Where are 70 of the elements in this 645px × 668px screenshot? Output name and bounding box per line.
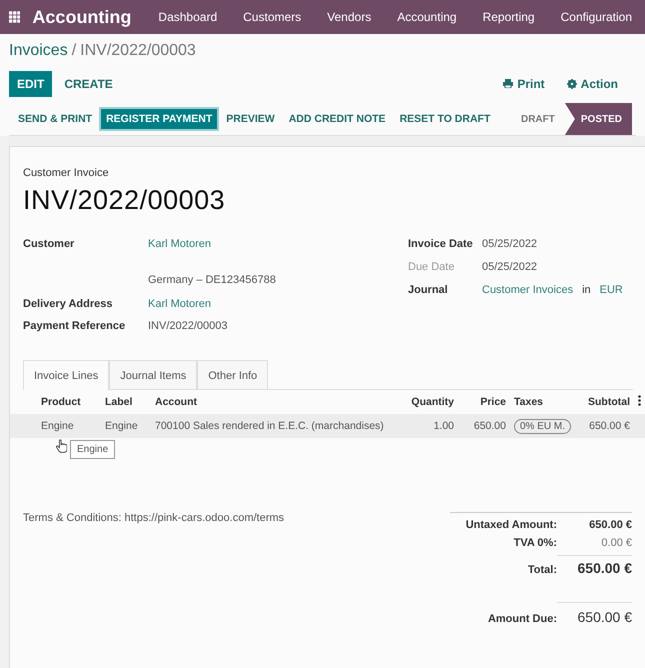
breadcrumb-link[interactable]: Invoices xyxy=(9,42,68,60)
table-cell: 700100 Sales rendered in E.E.C. (marchandises) xyxy=(151,414,402,438)
menu-item[interactable]: Accounting xyxy=(384,10,470,24)
hand-cursor-icon xyxy=(56,439,67,453)
print-button[interactable]: Print xyxy=(503,76,545,90)
field-value: INV/2022/00003 xyxy=(148,320,228,332)
status-action-button[interactable]: RESET TO DRAFT xyxy=(392,107,498,131)
toolbar-button[interactable]: EDIT xyxy=(9,70,52,96)
field-label: Journal xyxy=(408,284,449,296)
document-type: Customer Invoice xyxy=(23,167,110,179)
total-label: Total: xyxy=(526,564,557,576)
field-label: Delivery Address xyxy=(23,298,114,310)
amount-due-value: 650.00 € xyxy=(557,602,632,625)
status-stage[interactable]: DRAFT xyxy=(504,103,565,135)
app-title: Accounting xyxy=(32,6,132,28)
breadcrumb-separator: / xyxy=(72,42,76,60)
field-value: 05/25/2022 xyxy=(482,238,538,250)
address-line: Germany – DE123456788 xyxy=(148,274,277,286)
printer-icon xyxy=(503,79,514,88)
gear-icon xyxy=(566,78,577,88)
table-cell: 650.00 xyxy=(458,414,510,438)
total-label: Untaxed Amount: xyxy=(464,519,557,531)
tab[interactable]: Invoice Lines xyxy=(23,360,110,390)
menu-item[interactable]: Reporting xyxy=(470,10,548,24)
invoice-number: INV/2022/00003 xyxy=(23,185,226,216)
total-value: 0.00 € xyxy=(600,537,632,549)
field-label: Payment Reference xyxy=(23,320,126,332)
total-value: 650.00 € xyxy=(557,555,632,576)
joiner-text: in xyxy=(582,284,591,296)
table-cell: Engine xyxy=(37,414,101,438)
column-header[interactable]: Taxes xyxy=(510,390,572,414)
amount-due-label: Amount Due: xyxy=(486,613,557,625)
column-header[interactable]: Account xyxy=(151,390,402,414)
column-header[interactable]: Price xyxy=(458,390,510,414)
table-cell: 1.00 xyxy=(402,414,458,438)
status-action-button[interactable]: REGISTER PAYMENT xyxy=(99,107,220,131)
column-header[interactable]: Label xyxy=(101,390,151,414)
field-value: 05/25/2022 xyxy=(482,261,538,273)
menu-item[interactable]: Customers xyxy=(230,10,314,24)
status-action-button[interactable]: SEND & PRINT xyxy=(11,107,100,131)
tax-tag: 0% EU M. xyxy=(514,419,572,434)
table-cell: Engine xyxy=(101,414,151,438)
field-label: Customer xyxy=(23,238,76,250)
currency-link[interactable]: EUR xyxy=(600,284,623,296)
action-button[interactable]: Action xyxy=(566,76,618,90)
column-header[interactable]: Quantity xyxy=(402,390,458,414)
column-header[interactable]: Product xyxy=(37,390,101,414)
menu-item[interactable]: Configuration xyxy=(548,10,645,24)
field-link[interactable]: Customer Invoices xyxy=(482,284,574,296)
menu-item[interactable]: Dashboard xyxy=(145,10,230,24)
total-label: TVA 0%: xyxy=(512,537,557,549)
field-label: Invoice Date xyxy=(408,238,474,250)
field-link[interactable]: Karl Motoren xyxy=(148,238,211,250)
menu-item[interactable]: Vendors xyxy=(314,10,384,24)
total-value: 650.00 € xyxy=(588,519,632,531)
status-action-button[interactable]: ADD CREDIT NOTE xyxy=(282,107,393,131)
tab[interactable]: Other Info xyxy=(197,360,268,389)
terms-text: Terms & Conditions: https://pink-cars.odoo.com/terms xyxy=(23,512,286,526)
kebab-menu-icon[interactable] xyxy=(638,395,641,406)
breadcrumb-current: INV/2022/00003 xyxy=(80,42,196,60)
status-action-button[interactable]: PREVIEW xyxy=(219,107,282,131)
apps-menu-icon[interactable] xyxy=(9,10,20,24)
toolbar-button[interactable]: CREATE xyxy=(56,70,121,96)
field-label: Due Date xyxy=(408,261,456,273)
status-stage[interactable]: POSTED xyxy=(564,103,632,135)
tooltip: Engine xyxy=(70,440,116,459)
field-link[interactable]: Karl Motoren xyxy=(148,298,211,310)
tab[interactable]: Journal Items xyxy=(109,360,198,389)
table-cell: 650.00 € xyxy=(572,414,634,438)
column-header[interactable]: Subtotal xyxy=(572,390,634,414)
